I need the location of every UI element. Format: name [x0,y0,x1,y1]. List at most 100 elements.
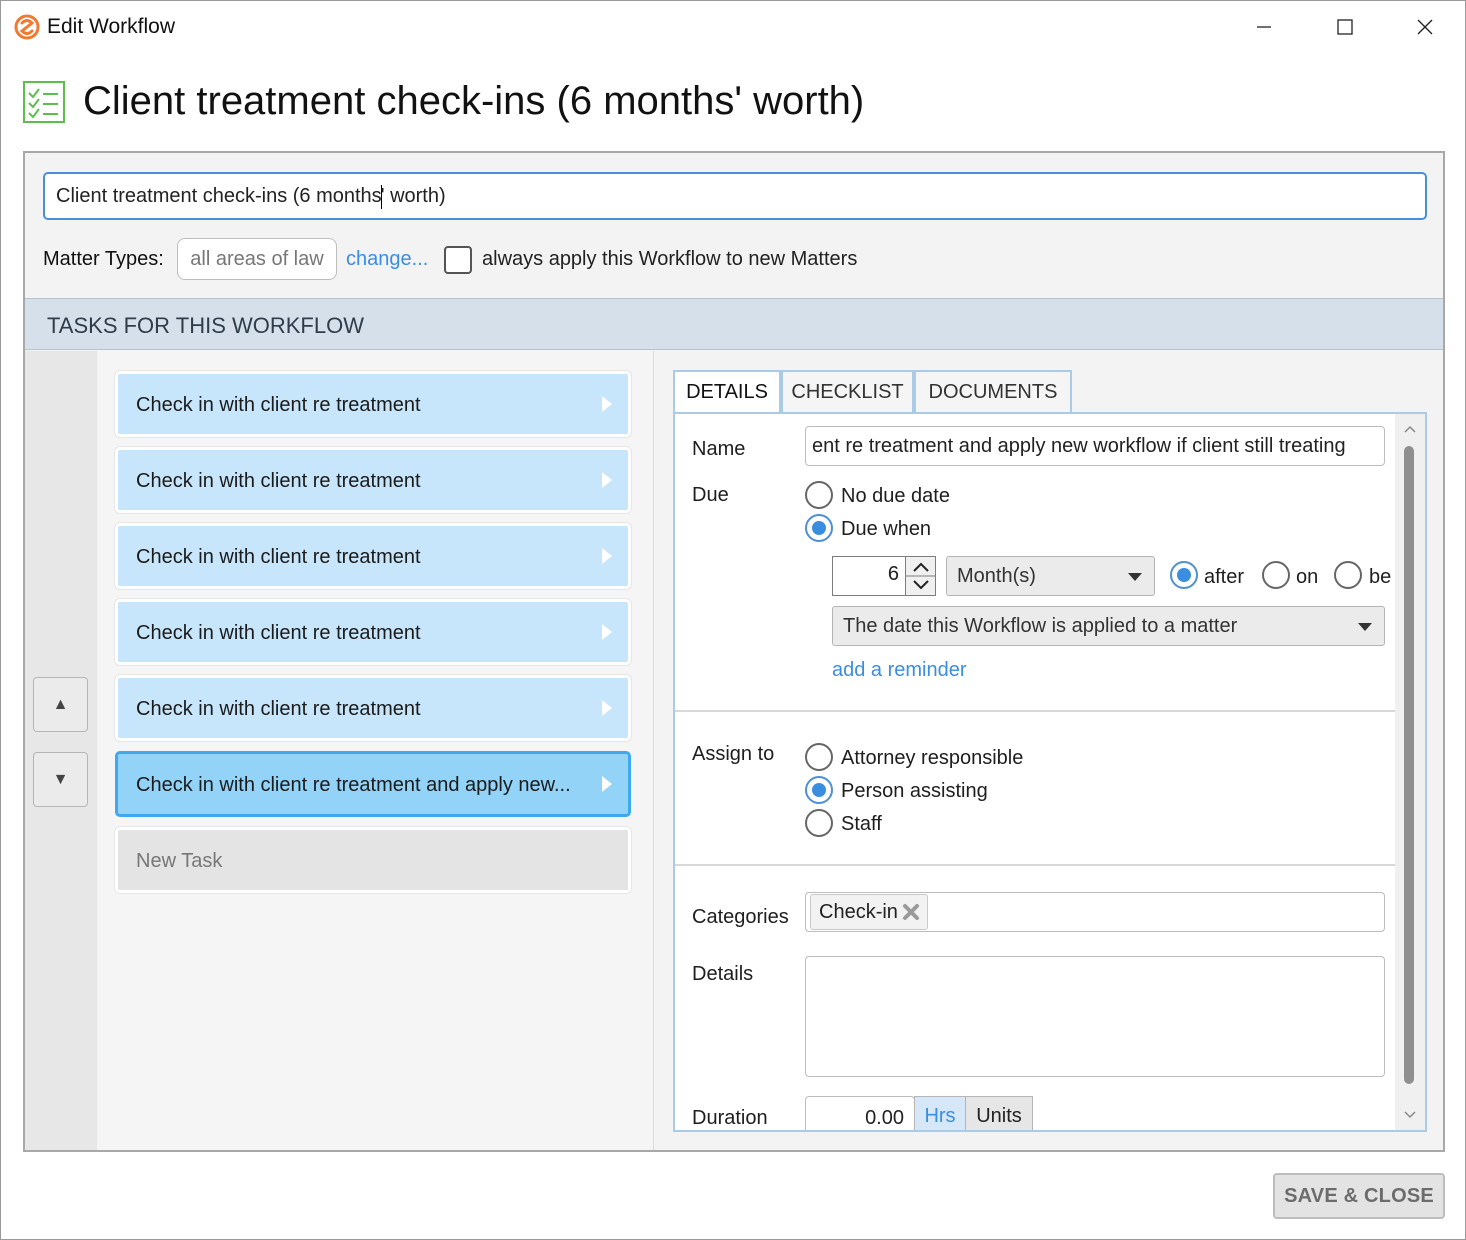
task-name-input[interactable]: ent re treatment and apply new workflow … [805,426,1385,466]
before-radio[interactable] [1334,561,1362,589]
tab-checklist[interactable]: CHECKLIST [781,370,914,413]
due-label: Due [692,484,729,506]
tab-documents[interactable]: DOCUMENTS [914,370,1072,413]
task-label: Check in with client re treatment [136,394,421,416]
workflow-name-text-before-caret: Client treatment check-ins (6 months [56,185,382,207]
task-list: Check in with client re treatment Check … [97,351,653,1150]
staff-radio[interactable] [805,809,833,837]
stepper-buttons[interactable] [905,557,936,595]
tasks-section-title: TASKS FOR THIS WORKFLOW [47,313,364,338]
chevron-right-icon [602,396,612,412]
chevron-right-icon [602,624,612,640]
details-scrollbar[interactable] [1395,414,1425,1130]
person-assisting-radio[interactable] [805,776,833,804]
anchor-event-value: The date this Workflow is applied to a m… [843,615,1238,637]
no-due-date-label: No due date [841,485,950,507]
attorney-responsible-label: Attorney responsible [841,747,1024,769]
task-item-3[interactable]: Check in with client re treatment [115,523,631,589]
details-label: Details [692,963,754,985]
task-item-4[interactable]: Check in with client re treatment [115,599,631,665]
new-task-label: New Task [136,850,223,872]
new-task-button[interactable]: New Task [115,827,631,893]
stepper-arrows-icon[interactable] [906,557,936,595]
arrow-down-icon: ▼ [52,770,69,788]
divider [675,864,1395,866]
workflow-panel: Client treatment check-ins (6 months' wo… [23,151,1445,1152]
chevron-right-icon [602,776,612,792]
category-chip-label: Check-in [819,901,898,923]
task-item-6-selected[interactable]: Check in with client re treatment and ap… [115,751,631,817]
no-due-date-radio[interactable] [805,481,833,509]
checklist-icon [23,81,65,123]
page-title: Client treatment check-ins (6 months' wo… [83,79,865,123]
task-item-5[interactable]: Check in with client re treatment [115,675,631,741]
on-label: on [1296,566,1319,588]
task-item-1[interactable]: Check in with client re treatment [115,371,631,437]
hrs-toggle[interactable]: Hrs [914,1096,966,1130]
matter-types-label: Matter Types: [43,248,164,270]
chevron-right-icon [602,548,612,564]
duration-input[interactable]: 0.00 [805,1096,915,1130]
duration-label: Duration [692,1107,768,1129]
due-amount-value: 6 [887,563,899,585]
task-label: Check in with client re treatment [136,470,421,492]
task-detail-area: DETAILS CHECKLIST DOCUMENTS Name ent re … [653,351,1443,1150]
scroll-up-icon[interactable] [1395,418,1425,440]
save-and-close-button[interactable]: SAVE & CLOSE [1273,1173,1445,1219]
tab-details[interactable]: DETAILS [673,370,781,415]
workflow-name-text-after-caret: ' worth) [380,185,446,207]
due-unit-value: Month(s) [957,565,1036,587]
staff-label: Staff [841,813,882,835]
tasks-section-header: TASKS FOR THIS WORKFLOW [25,298,1443,350]
task-label: Check in with client re treatment [136,546,421,568]
chevron-down-icon [1128,573,1142,581]
reorder-strip: ▲ ▼ [25,351,97,1150]
chevron-right-icon [602,700,612,716]
change-matter-types-link[interactable]: change... [346,248,428,271]
attorney-responsible-radio[interactable] [805,743,833,771]
due-unit-select[interactable]: Month(s) [946,556,1155,596]
category-chip: Check-in [810,894,928,930]
after-radio[interactable] [1170,561,1198,589]
assign-to-label: Assign to [692,743,775,765]
move-task-down-button[interactable]: ▼ [33,752,88,807]
arrow-up-icon: ▲ [52,695,69,713]
window-title: Edit Workflow [47,15,175,38]
task-item-2[interactable]: Check in with client re treatment [115,447,631,513]
scrollbar-thumb[interactable] [1404,446,1414,1084]
matter-types-value: all areas of law [177,238,337,280]
due-when-label: Due when [841,518,932,540]
due-when-radio[interactable] [805,514,833,542]
title-bar: Edit Workflow [1,1,1465,55]
due-amount-stepper[interactable]: 6 [832,556,936,596]
anchor-event-select[interactable]: The date this Workflow is applied to a m… [832,606,1385,646]
name-label: Name [692,438,746,460]
divider [675,710,1395,712]
details-pane: Name ent re treatment and apply new work… [673,412,1427,1132]
scroll-down-icon[interactable] [1395,1104,1425,1126]
person-assisting-label: Person assisting [841,780,988,802]
remove-category-icon[interactable] [901,902,921,922]
units-toggle[interactable]: Units [965,1096,1033,1130]
move-task-up-button[interactable]: ▲ [33,677,88,732]
close-icon[interactable] [1395,7,1455,47]
task-label: Check in with client re treatment [136,698,421,720]
on-radio[interactable] [1262,561,1290,589]
maximize-icon[interactable] [1315,7,1375,47]
minimize-icon[interactable] [1234,7,1294,47]
details-textarea[interactable] [805,956,1385,1077]
after-label: after [1204,566,1245,588]
always-apply-label: always apply this Workflow to new Matter… [482,248,858,270]
edit-workflow-window: Edit Workflow Client treatment check-ins… [0,0,1466,1240]
workflow-name-input[interactable]: Client treatment check-ins (6 months' wo… [43,172,1427,220]
add-reminder-link[interactable]: add a reminder [832,659,967,682]
chevron-right-icon [602,472,612,488]
task-label: Check in with client re treatment and ap… [136,774,571,796]
categories-label: Categories [692,906,789,928]
always-apply-checkbox[interactable] [444,246,472,274]
categories-input[interactable]: Check-in [805,892,1385,932]
task-label: Check in with client re treatment [136,622,421,644]
chevron-down-icon [1358,623,1372,631]
before-label: be [1369,566,1392,588]
app-logo-icon [14,14,40,40]
